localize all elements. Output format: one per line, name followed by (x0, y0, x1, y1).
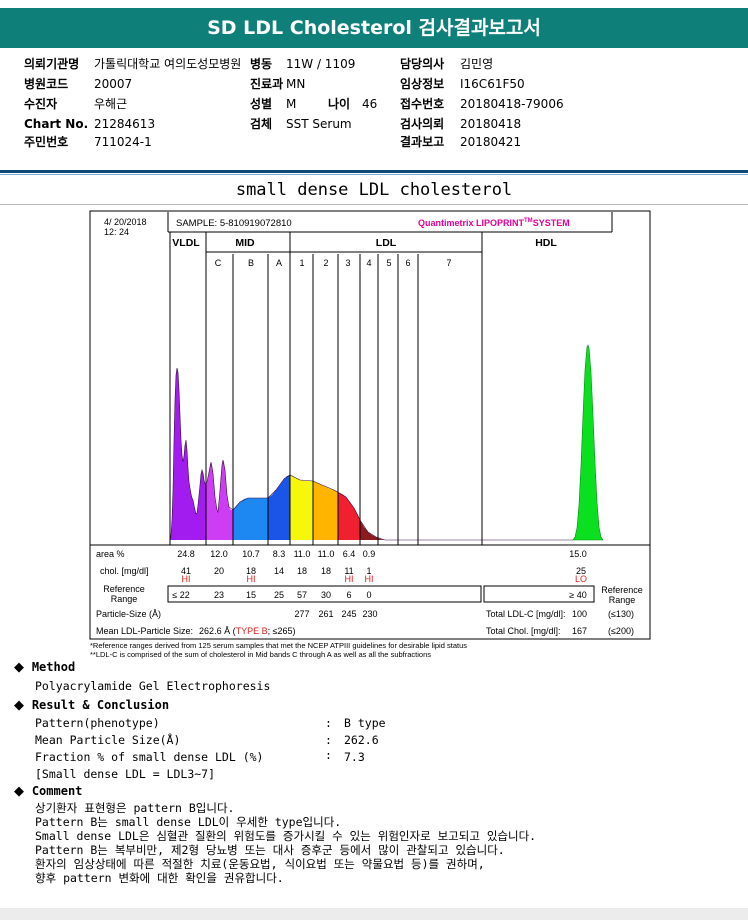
result-heading: Result & Conclusion (31, 698, 170, 712)
ref-c: 23 (214, 590, 224, 600)
result-colon: : (325, 733, 332, 747)
method-section: ◆ Method (14, 660, 75, 675)
result-note: [Small dense LDL = LDL3~7] (35, 767, 216, 781)
result-colon: : (325, 748, 332, 762)
total-chol-label: Total Chol. [mg/dl]: (486, 626, 561, 636)
ref-label-2: Range (111, 594, 138, 604)
total-ldl-label: Total LDL-C [mg/dl]: (486, 609, 566, 619)
area-3: 6.4 (343, 549, 356, 559)
area-label: area % (96, 549, 125, 559)
flag-3: HI (345, 574, 354, 584)
result-value-pattern: B type (344, 716, 386, 730)
chol-c: 20 (214, 566, 224, 576)
ps-1: 277 (294, 609, 309, 619)
result-value-size: 262.6 (344, 733, 379, 747)
ref-1: 57 (297, 590, 307, 600)
area-1: 11.0 (294, 549, 311, 559)
result-label-pattern: Pattern(phenotype) (35, 716, 160, 730)
result-label-size: Mean Particle Size(Å) (35, 733, 181, 747)
result-value-fraction: 7.3 (344, 750, 365, 764)
flag-4: HI (365, 574, 374, 584)
result-section: ◆ Result & Conclusion (14, 698, 169, 713)
lipo-time: 12: 24 (104, 227, 129, 237)
ps-4: 230 (362, 609, 377, 619)
ps-3: 245 (341, 609, 356, 619)
comment-heading: Comment (31, 784, 83, 798)
chol-1: 18 (297, 566, 307, 576)
system-name: Quantimetrix LIPOPRINT (418, 218, 525, 228)
band-a: A (276, 258, 282, 268)
flag-vldl: HI (182, 574, 191, 584)
footer-bar (0, 908, 748, 920)
band-7: 7 (446, 258, 451, 268)
band-c: C (215, 258, 222, 268)
comment-section: ◆ Comment (14, 784, 82, 799)
ref-vldl: ≤ 22 (172, 590, 189, 600)
ref-label-1: Reference (103, 584, 145, 594)
group-mid: MID (235, 237, 255, 249)
bullet-diamond-icon: ◆ (14, 660, 24, 675)
band-3: 3 (345, 258, 350, 268)
area-a: 8.3 (273, 549, 286, 559)
system-suffix: SYSTEM (533, 218, 570, 228)
band-2: 2 (323, 258, 328, 268)
ref-4: 0 (366, 590, 371, 600)
system-tm: TM (524, 218, 533, 224)
ref-hdl: ≥ 40 (569, 590, 586, 600)
ref-b: 15 (246, 590, 256, 600)
band-5: 5 (386, 258, 391, 268)
band-1: 1 (299, 258, 304, 268)
area-2: 11.0 (318, 549, 335, 559)
total-chol-ref: (≤200) (608, 626, 634, 636)
area-hdl: 15.0 (569, 549, 587, 559)
bullet-diamond-icon: ◆ (14, 698, 24, 713)
area-4: 0.9 (363, 549, 376, 559)
group-vldl: VLDL (172, 237, 200, 249)
lipo-date: 4/ 20/2018 (104, 217, 147, 227)
ref-a: 25 (274, 590, 284, 600)
profile-ldl1 (290, 475, 313, 540)
flag-hdl: LO (575, 574, 587, 584)
chol-a: 14 (274, 566, 284, 576)
ref-3: 6 (346, 590, 351, 600)
total-ldl-ref: (≤130) (608, 609, 634, 619)
group-hdl: HDL (535, 237, 557, 249)
chol-2: 18 (321, 566, 331, 576)
ref-2: 30 (321, 590, 331, 600)
band-4: 4 (366, 258, 371, 268)
lipo-system: Quantimetrix LIPOPRINTTMSYSTEM (418, 218, 570, 228)
result-label-fraction: Fraction % of small dense LDL (%) (35, 750, 264, 764)
lipo-note-1: *Reference ranges derived from 125 serum… (90, 641, 467, 650)
area-b: 10.7 (242, 549, 260, 559)
total-ldl-value: 100 (572, 609, 587, 619)
lipo-sample: SAMPLE: 5-810919072810 (176, 218, 292, 229)
particle-size-label: Particle-Size (Å) (96, 609, 161, 619)
method-heading: Method (31, 660, 76, 674)
total-chol-value: 167 (572, 626, 587, 636)
comment-line: 향후 pattern 변화에 대한 확인을 권유합니다. (35, 871, 284, 885)
group-ldl: LDL (376, 237, 397, 249)
bullet-diamond-icon: ◆ (14, 784, 24, 799)
chol-label: chol. [mg/dl] (100, 566, 149, 576)
method-text: Polyacrylamide Gel Electrophoresis (35, 679, 271, 693)
ref-right-1: Reference (601, 585, 643, 595)
mean-size-value: 262.6 Å ( (199, 626, 236, 636)
result-colon: : (325, 716, 332, 730)
area-vldl: 24.8 (177, 549, 195, 559)
band-b: B (248, 258, 254, 268)
mean-size-label: Mean LDL-Particle Size: (96, 626, 193, 636)
lipoprint-report: 4/ 20/2018 12: 24 SAMPLE: 5-810919072810… (89, 210, 651, 659)
flag-b: HI (247, 574, 256, 584)
ps-2: 261 (318, 609, 333, 619)
ref-right-2: Range (609, 595, 636, 605)
mean-size-type: TYPE B (236, 626, 268, 636)
lipo-note-2: **LDL-C is comprised of the sum of chole… (90, 650, 431, 659)
area-c: 12.0 (210, 549, 228, 559)
mean-size-suffix: ; ≤265) (268, 626, 296, 636)
band-6: 6 (405, 258, 410, 268)
